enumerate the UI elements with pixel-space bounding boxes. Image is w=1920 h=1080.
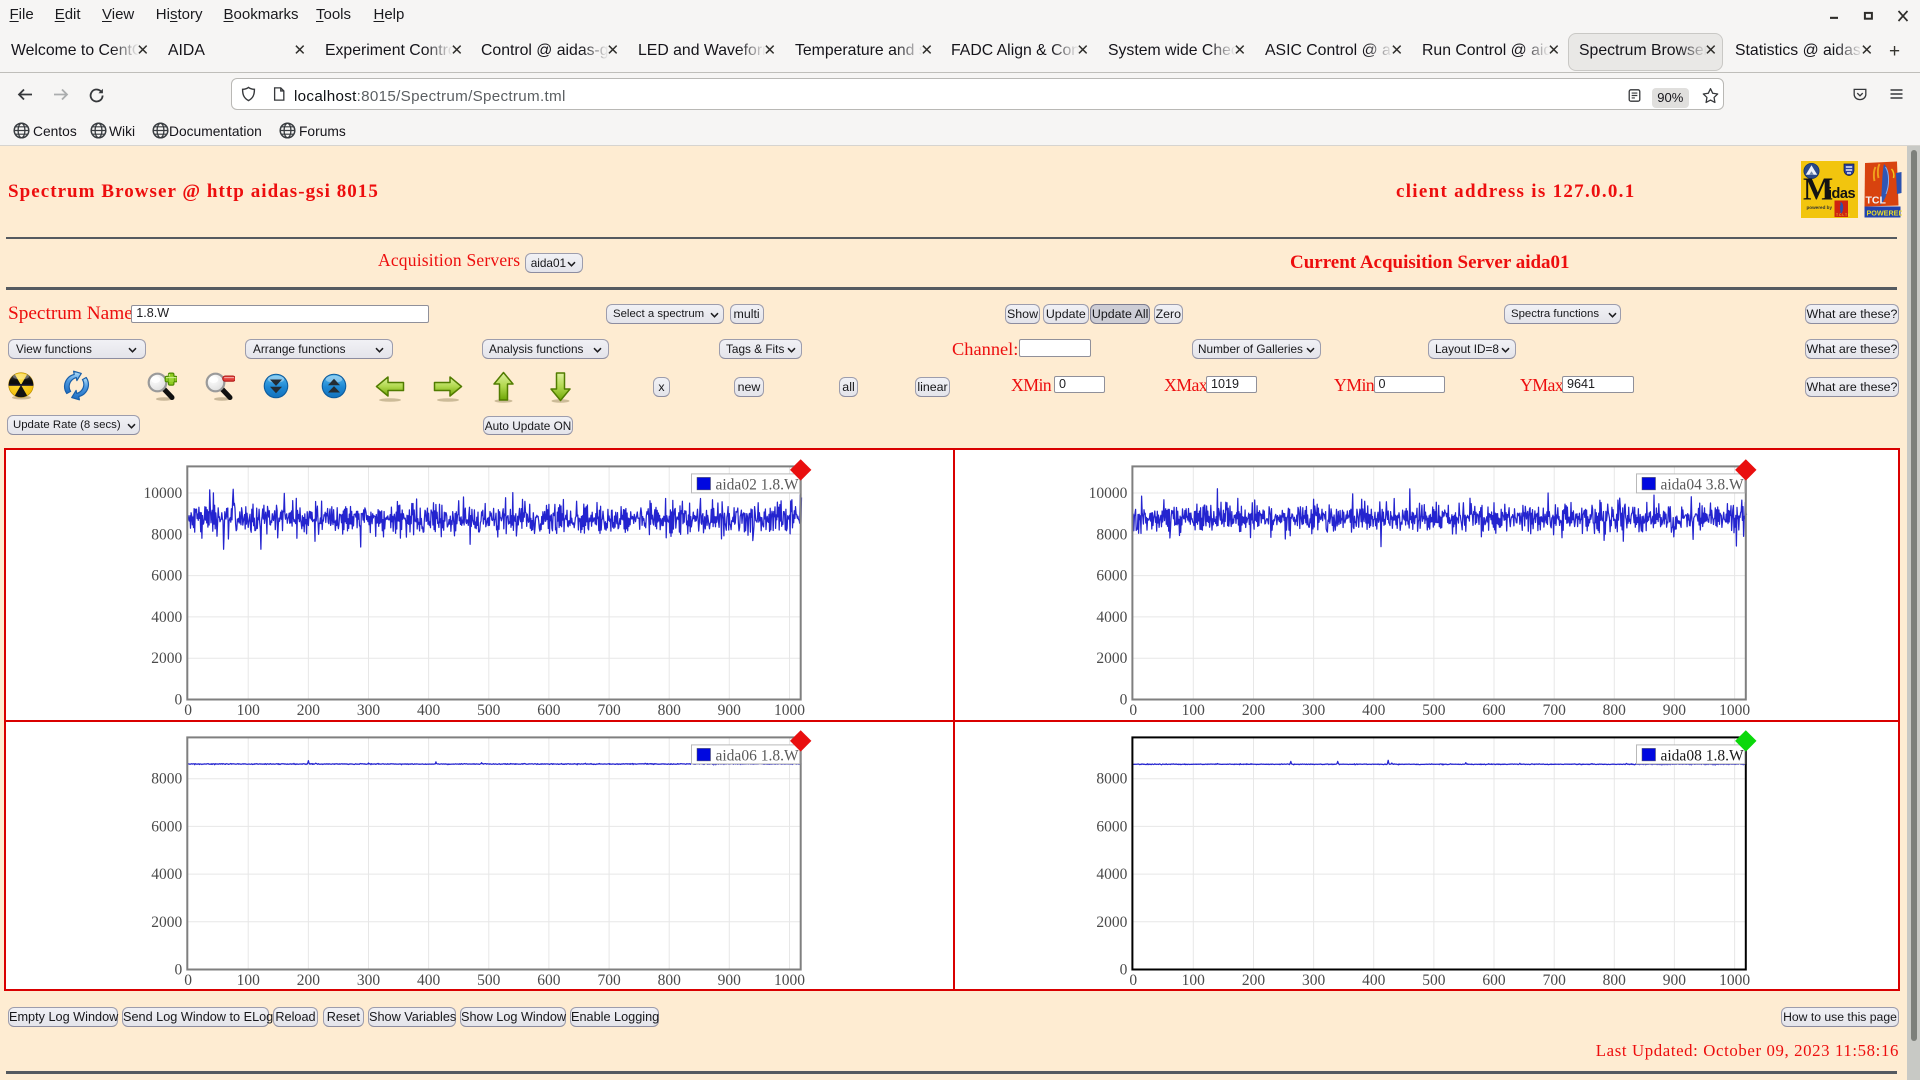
svg-text:6000: 6000 bbox=[1096, 818, 1127, 835]
svg-text:700: 700 bbox=[597, 972, 621, 989]
svg-text:4000: 4000 bbox=[151, 866, 182, 883]
svg-text:300: 300 bbox=[357, 702, 381, 719]
svg-text:1000: 1000 bbox=[1719, 972, 1750, 989]
svg-text:800: 800 bbox=[658, 972, 682, 989]
svg-text:0: 0 bbox=[184, 702, 192, 719]
svg-text:aida04 3.8.W: aida04 3.8.W bbox=[1661, 476, 1744, 493]
svg-text:800: 800 bbox=[1603, 702, 1627, 719]
svg-text:400: 400 bbox=[1362, 972, 1386, 989]
svg-text:0: 0 bbox=[1129, 702, 1137, 719]
svg-text:100: 100 bbox=[237, 972, 261, 989]
svg-text:900: 900 bbox=[1663, 702, 1687, 719]
svg-text:400: 400 bbox=[1362, 702, 1386, 719]
svg-text:200: 200 bbox=[1242, 702, 1266, 719]
svg-text:700: 700 bbox=[1543, 972, 1567, 989]
svg-text:0: 0 bbox=[175, 692, 183, 709]
svg-text:aida06 1.8.W: aida06 1.8.W bbox=[716, 747, 799, 764]
svg-text:300: 300 bbox=[1302, 972, 1326, 989]
svg-text:8000: 8000 bbox=[151, 526, 182, 543]
svg-text:700: 700 bbox=[1543, 702, 1567, 719]
svg-text:2000: 2000 bbox=[1096, 914, 1127, 931]
svg-text:400: 400 bbox=[417, 702, 441, 719]
svg-text:900: 900 bbox=[1663, 972, 1687, 989]
svg-text:1000: 1000 bbox=[1719, 702, 1750, 719]
svg-text:600: 600 bbox=[1482, 702, 1506, 719]
svg-text:800: 800 bbox=[1603, 972, 1627, 989]
svg-text:idas: idas bbox=[1828, 186, 1855, 202]
svg-text:T C L T K: T C L T K bbox=[1836, 213, 1851, 217]
svg-text:900: 900 bbox=[718, 972, 742, 989]
svg-text:200: 200 bbox=[297, 972, 321, 989]
svg-text:4000: 4000 bbox=[151, 609, 182, 626]
svg-text:100: 100 bbox=[237, 702, 261, 719]
svg-text:powered by: powered by bbox=[1807, 205, 1833, 210]
svg-text:0: 0 bbox=[1129, 972, 1137, 989]
svg-text:600: 600 bbox=[537, 972, 561, 989]
svg-text:0: 0 bbox=[184, 972, 192, 989]
svg-text:500: 500 bbox=[477, 972, 501, 989]
svg-text:2000: 2000 bbox=[1096, 650, 1127, 667]
svg-text:1000: 1000 bbox=[774, 702, 805, 719]
svg-text:0: 0 bbox=[175, 962, 183, 979]
svg-text:600: 600 bbox=[537, 702, 561, 719]
svg-text:aida08 1.8.W: aida08 1.8.W bbox=[1661, 747, 1744, 764]
svg-text:6000: 6000 bbox=[151, 568, 182, 585]
svg-text:600: 600 bbox=[1482, 972, 1506, 989]
svg-text:8000: 8000 bbox=[1096, 526, 1127, 543]
svg-text:10000: 10000 bbox=[1089, 485, 1128, 502]
svg-text:6000: 6000 bbox=[151, 818, 182, 835]
svg-text:400: 400 bbox=[417, 972, 441, 989]
svg-text:8000: 8000 bbox=[1096, 771, 1127, 788]
svg-text:aida02 1.8.W: aida02 1.8.W bbox=[716, 476, 799, 493]
svg-text:4000: 4000 bbox=[1096, 609, 1127, 626]
svg-text:0: 0 bbox=[1120, 692, 1128, 709]
svg-text:100: 100 bbox=[1182, 702, 1206, 719]
svg-text:500: 500 bbox=[477, 702, 501, 719]
svg-text:6000: 6000 bbox=[1096, 568, 1127, 585]
svg-text:TCL: TCL bbox=[1866, 195, 1887, 207]
svg-text:500: 500 bbox=[1422, 972, 1446, 989]
svg-text:800: 800 bbox=[658, 702, 682, 719]
svg-text:500: 500 bbox=[1422, 702, 1446, 719]
svg-text:900: 900 bbox=[718, 702, 742, 719]
svg-text:300: 300 bbox=[357, 972, 381, 989]
svg-text:1000: 1000 bbox=[774, 972, 805, 989]
svg-text:2000: 2000 bbox=[151, 914, 182, 931]
svg-text:300: 300 bbox=[1302, 702, 1326, 719]
svg-text:100: 100 bbox=[1182, 972, 1206, 989]
svg-text:200: 200 bbox=[1242, 972, 1266, 989]
svg-text:4000: 4000 bbox=[1096, 866, 1127, 883]
svg-text:POWERED: POWERED bbox=[1867, 209, 1903, 218]
svg-text:10000: 10000 bbox=[144, 485, 183, 502]
svg-text:200: 200 bbox=[297, 702, 321, 719]
svg-text:700: 700 bbox=[597, 702, 621, 719]
svg-text:0: 0 bbox=[1120, 962, 1128, 979]
svg-text:8000: 8000 bbox=[151, 771, 182, 788]
svg-text:2000: 2000 bbox=[151, 650, 182, 667]
